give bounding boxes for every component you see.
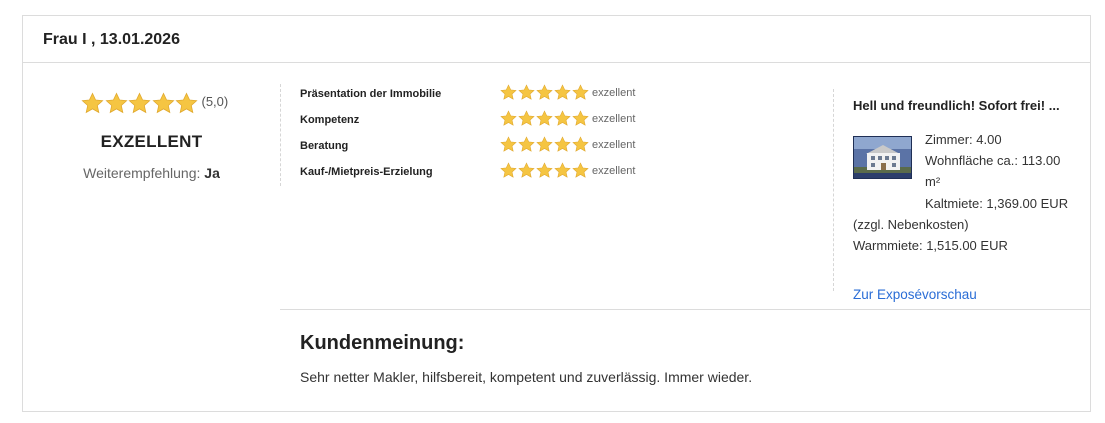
rating-stars: exzellent: [500, 162, 635, 179]
property-cold-rent: Kaltmiete: 1,369.00 EUR (zzgl. Nebenkost…: [853, 195, 1069, 232]
property-thumbnail[interactable]: [853, 136, 912, 179]
rating-label: Kauf-/Mietpreis-Erzielung: [300, 166, 433, 178]
rating-stars: exzellent: [500, 110, 635, 127]
property-title: Hell und freundlich! Sofort frei! ...: [853, 98, 1060, 113]
star-icon: [554, 84, 571, 100]
recommend-label: Weiterempfehlung:: [83, 165, 201, 181]
card-header: Frau I , 13.01.2026: [23, 16, 1090, 63]
star-icon: [536, 84, 553, 100]
star-icon: [500, 84, 517, 100]
rating-summary: (5,0) EXZELLENT Weiterempfehlung: Ja: [23, 63, 280, 185]
star-icon: [572, 110, 589, 126]
star-icon: [536, 110, 553, 126]
rating-row: Kompetenz exzellent: [300, 110, 660, 136]
property-info: Hell und freundlich! Sofort frei! ... Zi…: [853, 98, 1078, 302]
star-icon: [554, 110, 571, 126]
summary-label: EXZELLENT: [100, 132, 203, 151]
summary-score: (5,0): [201, 94, 229, 109]
star-icon: [81, 92, 104, 114]
rating-row: Kauf-/Mietpreis-Erzielung exzellent: [300, 162, 660, 188]
summary-stars: (5,0): [81, 92, 228, 115]
rating-text: exzellent: [592, 164, 636, 177]
divider: [833, 89, 834, 291]
star-icon: [518, 162, 535, 178]
star-icon: [572, 162, 589, 178]
rating-label: Präsentation der Immobilie: [300, 88, 442, 100]
section-divider: [280, 309, 1091, 310]
rating-label: Beratung: [300, 140, 349, 152]
star-icon: [554, 162, 571, 178]
star-icon: [500, 136, 517, 152]
star-icon: [518, 84, 535, 100]
star-icon: [518, 136, 535, 152]
star-icon: [104, 92, 128, 114]
star-icon: [500, 162, 517, 178]
divider: [280, 84, 281, 186]
rating-label: Kompetenz: [300, 114, 360, 126]
star-icon: [175, 92, 198, 114]
recommend-value: Ja: [204, 165, 220, 181]
review-text: Sehr netter Makler, hilfsbereit, kompete…: [300, 369, 753, 385]
star-icon: [500, 110, 517, 126]
recommendation: Weiterempfehlung: Ja: [23, 165, 280, 181]
property-warm-rent: Warmmiete: 1,515.00 EUR: [853, 238, 1008, 254]
rating-text: exzellent: [592, 138, 636, 151]
star-icon: [536, 162, 553, 178]
rating-row: Beratung exzellent: [300, 136, 660, 162]
rating-stars: exzellent: [500, 84, 635, 101]
review-card: Frau I , 13.01.2026 (5,0) EXZELLENT Weit…: [22, 15, 1091, 412]
rating-text: exzellent: [592, 86, 636, 99]
star-icon: [151, 92, 175, 114]
star-icon: [518, 110, 535, 126]
star-icon: [572, 136, 589, 152]
rating-details: Präsentation der Immobilie exzellent Kom…: [300, 84, 660, 188]
star-icon: [536, 136, 553, 152]
rating-text: exzellent: [592, 112, 636, 125]
review-heading: Kundenmeinung:: [300, 332, 465, 354]
star-icon: [572, 84, 589, 100]
house-image: [854, 137, 911, 178]
rating-stars: exzellent: [500, 136, 635, 153]
star-icon: [128, 92, 151, 114]
star-icon: [554, 136, 571, 152]
reviewer-title: Frau I , 13.01.2026: [43, 31, 180, 48]
expose-preview-link[interactable]: Zur Exposévorschau: [853, 287, 977, 302]
rating-row: Präsentation der Immobilie exzellent: [300, 84, 660, 110]
